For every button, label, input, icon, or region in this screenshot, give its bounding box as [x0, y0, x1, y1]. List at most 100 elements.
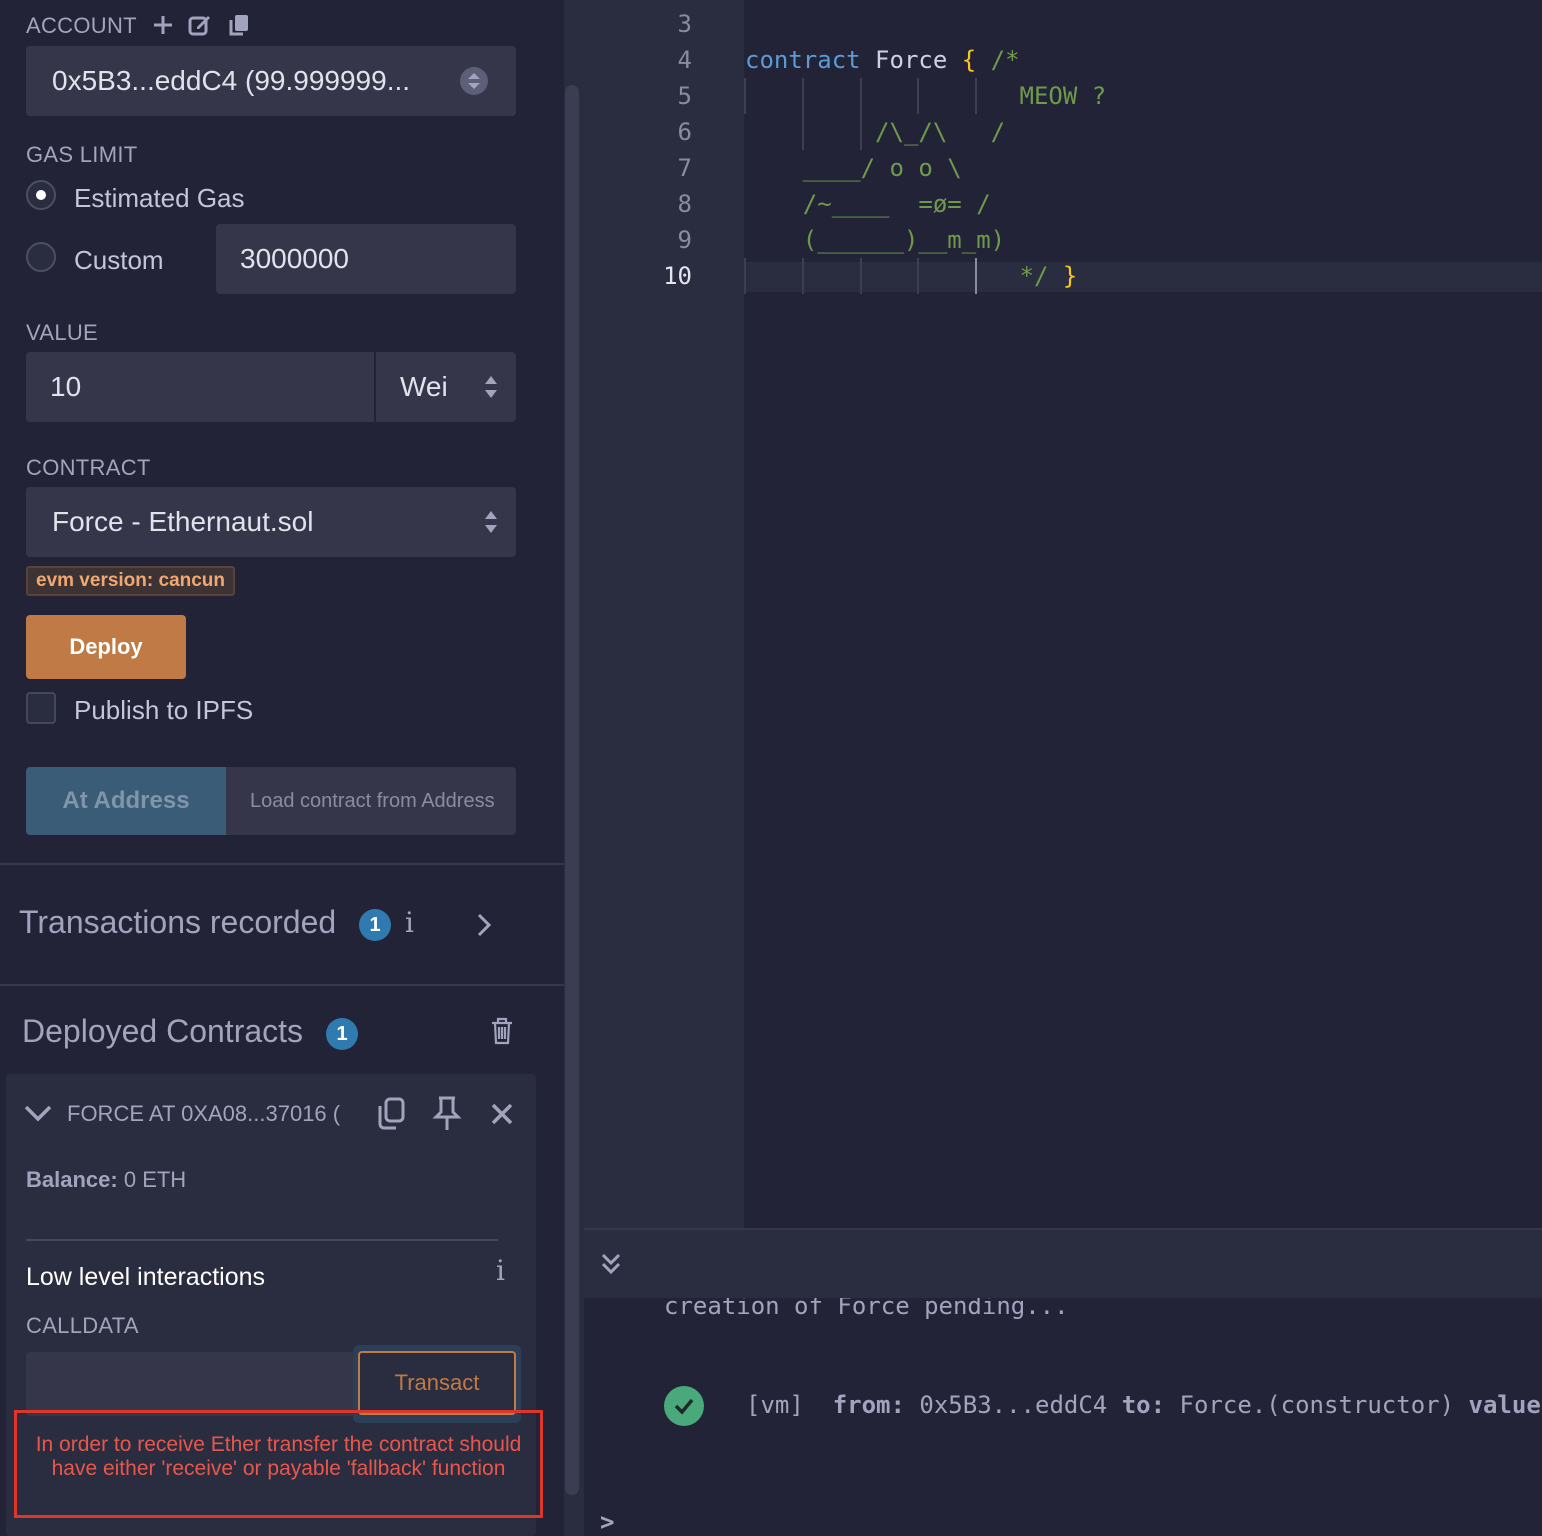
value-unit-select[interactable]: Wei	[376, 352, 516, 422]
divider	[0, 863, 564, 865]
contract-value: Force - Ethernaut.sol	[52, 506, 314, 537]
code-comment: ____/ o o \	[745, 154, 962, 182]
evm-version-badge: evm version: cancun	[26, 566, 236, 596]
account-select[interactable]: 0x5B3...eddC4 (99.999999...	[26, 46, 516, 116]
code-comment: MEOW ?	[745, 82, 1107, 110]
deployed-count-badge: 1	[326, 1018, 358, 1050]
code-comment: /~____ =ø= /	[745, 190, 991, 218]
indent-guide	[975, 258, 977, 294]
terminal-log[interactable]: [vm] from: 0x5B3...eddC4 to: Force.(cons…	[746, 1391, 1542, 1419]
code-area[interactable]: contract Force { /* MEOW ? /\_/\ / ____/…	[745, 6, 1106, 294]
balance-label: Balance:	[26, 1167, 118, 1192]
line-number: 8	[677, 190, 692, 218]
code-comment: (______)__m_m)	[745, 226, 1006, 254]
indent-guide	[860, 258, 862, 294]
indent-guide	[917, 258, 919, 294]
publish-ipfs-checkbox[interactable]	[26, 692, 56, 724]
transactions-title: Transactions recorded	[19, 904, 337, 940]
estimated-gas-radio[interactable]	[26, 180, 56, 210]
pin-icon[interactable]	[432, 1096, 462, 1132]
info-icon[interactable]: i	[496, 1254, 505, 1287]
low-level-title: Low level interactions	[26, 1263, 266, 1291]
deployed-contracts-title: Deployed Contracts	[22, 1013, 304, 1049]
indent-guide	[975, 78, 977, 114]
line-number: 4	[677, 46, 692, 74]
error-message: In order to receive Ether transfer the c…	[35, 1433, 522, 1480]
select-arrows-icon	[485, 511, 497, 533]
transactions-count-badge: 1	[359, 909, 391, 941]
log-to-label: to:	[1121, 1391, 1166, 1419]
at-address-input[interactable]: Load contract from Address	[226, 767, 516, 835]
log-from: 0x5B3...eddC4	[919, 1391, 1108, 1419]
custom-gas-input[interactable]: 3000000	[216, 224, 516, 294]
publish-ipfs-label: Publish to IPFS	[74, 695, 254, 725]
code-identifier: Force	[875, 46, 948, 74]
transactions-recorded-header[interactable]: Transactions recorded 1 i	[0, 880, 564, 970]
instance-title[interactable]: FORCE AT 0XA08...37016 (	[67, 1101, 340, 1127]
plus-icon[interactable]	[152, 14, 174, 36]
log-from-label: from:	[832, 1391, 905, 1419]
line-number: 5	[677, 82, 692, 110]
terminal-header	[584, 1230, 1542, 1298]
at-address-placeholder: Load contract from Address	[250, 790, 494, 812]
value-label: VALUE	[26, 320, 99, 345]
scrollbar-thumb[interactable]	[565, 85, 579, 1495]
custom-gas-value: 3000000	[240, 243, 350, 274]
calldata-label: CALLDATA	[26, 1313, 139, 1338]
log-to: Force.(constructor)	[1179, 1391, 1455, 1419]
chevron-down-icon[interactable]	[24, 1104, 52, 1122]
log-value-label: value:	[1468, 1391, 1542, 1419]
indent-guide	[860, 78, 862, 150]
scrollbar-track[interactable]	[564, 0, 584, 1536]
indent-guide	[802, 78, 804, 150]
code-brace: {	[961, 46, 977, 74]
code-line: /\_/\ /	[745, 114, 1106, 150]
value-input[interactable]: 10	[26, 352, 374, 422]
balance: Balance: 0 ETH	[26, 1167, 186, 1193]
line-number: 3	[677, 10, 692, 38]
balance-value: 0 ETH	[123, 1167, 187, 1192]
terminal-prompt[interactable]: >	[600, 1508, 614, 1536]
custom-gas-label: Custom	[74, 245, 164, 275]
gas-limit-label: GAS LIMIT	[26, 142, 138, 167]
line-numbers: 3 4 5 6 7 8 9 10	[632, 6, 692, 294]
contract-select[interactable]: Force - Ethernaut.sol	[26, 487, 516, 557]
chevron-right-icon[interactable]	[476, 913, 492, 937]
divider	[26, 1239, 498, 1241]
line-number: 10	[663, 262, 692, 290]
indent-guide	[917, 78, 919, 114]
select-arrows-icon	[485, 376, 497, 398]
account-value: 0x5B3...eddC4 (99.999999...	[52, 65, 411, 96]
deploy-button[interactable]: Deploy	[26, 615, 186, 679]
double-chevron-down-icon[interactable]	[600, 1252, 622, 1276]
at-address-button[interactable]: At Address	[26, 767, 226, 835]
indent-guide	[744, 78, 746, 114]
code-comment: */	[745, 262, 1049, 290]
success-check-icon	[664, 1386, 704, 1426]
copy-icon[interactable]	[228, 13, 250, 37]
indent-guide	[744, 258, 746, 294]
trash-icon[interactable]	[490, 1017, 514, 1045]
code-line: /~____ =ø= /	[745, 186, 1106, 222]
account-label: ACCOUNT	[26, 13, 137, 38]
divider	[0, 984, 564, 986]
code-comment: /\_/\ /	[745, 118, 1006, 146]
contract-label: CONTRACT	[26, 455, 151, 480]
custom-gas-radio[interactable]	[26, 242, 56, 272]
code-brace: }	[1062, 262, 1078, 290]
code-line: */ }	[745, 258, 1106, 294]
code-line: ____/ o o \	[745, 150, 1106, 186]
info-icon[interactable]: i	[405, 906, 414, 939]
indent-guide	[802, 258, 804, 294]
code-line: MEOW ?	[745, 78, 1107, 114]
calldata-input[interactable]	[26, 1352, 361, 1416]
value-amount: 10	[50, 371, 82, 402]
code-line: (______)__m_m)	[745, 222, 1106, 258]
line-number: 9	[677, 226, 692, 254]
copy-address-icon[interactable]	[376, 1096, 406, 1132]
transact-button[interactable]: Transact	[358, 1351, 516, 1415]
edit-icon[interactable]	[188, 13, 212, 37]
value-unit: Wei	[400, 371, 448, 402]
close-icon[interactable]	[490, 1102, 514, 1126]
code-keyword: contract	[745, 46, 861, 74]
